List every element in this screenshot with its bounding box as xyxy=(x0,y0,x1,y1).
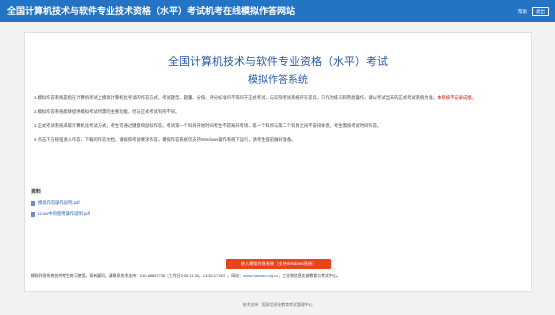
website-link[interactable]: www.ruankao.org.cn xyxy=(243,273,278,278)
page-title: 全国计算机技术与软件专业资格（水平）考试 xyxy=(168,56,388,68)
site-title: 全国计算机技术与软件专业技术资格（水平）考试机考在线模拟作答网站 xyxy=(7,6,296,16)
file-link-linux-guide[interactable]: Linux中的使用操作说明.pdf xyxy=(31,211,90,217)
main-panel: 全国计算机技术与软件专业资格（水平）考试 模拟作答系统 1.模拟作答系统是指在计… xyxy=(24,32,532,292)
instruction-1: 1.模拟作答系统是指在计算机考试上模拟计算机化考试的作答方式，考试题型、题量、分… xyxy=(34,95,476,100)
resources-heading: 资料 xyxy=(31,189,42,195)
instruction-3: 3.正式考试系统采取计算机化考试方式，考生可通过键盘和鼠标作答。考试第一个科目开… xyxy=(34,123,382,128)
header-links: 帮助 退出 xyxy=(518,7,549,16)
page-subtitle: 模拟作答系统 xyxy=(248,75,308,86)
document-icon xyxy=(31,200,35,206)
help-link[interactable]: 帮助 xyxy=(518,9,527,15)
top-bar: 全国计算机技术与软件专业技术资格（水平）考试机考在线模拟作答网站 帮助 退出 xyxy=(0,0,555,22)
instructions: 1.模拟作答系统是指在计算机考试上模拟计算机化考试的作答方式，考试题型、题量、分… xyxy=(34,95,526,151)
footnote: 模拟作答系统仅供考生练习使用。如有疑问，请联系技术支持：010-88657735… xyxy=(31,273,341,278)
file-name: 模拟作答操作说明.pdf xyxy=(38,200,80,205)
instruction-2: 2.模拟作答系统能够提供模拟考试所需的主要功能，但与正式考试有所不同。 xyxy=(34,109,180,114)
logout-button[interactable]: 退出 xyxy=(532,7,549,16)
enter-system-button[interactable]: 进入模拟作答系统（支持Windows系统） xyxy=(226,259,331,269)
instruction-4: 4.点击下方按钮进入作答，下载的作答文档，请按照考试要求作答。模拟作答系统仅支持… xyxy=(34,137,296,142)
file-name: Linux中的使用操作说明.pdf xyxy=(38,211,90,216)
document-icon xyxy=(31,211,35,217)
file-link-operation-guide[interactable]: 模拟作答操作说明.pdf xyxy=(31,200,80,206)
copyright: 技术支持：国家信息化教育考试管理中心 xyxy=(242,302,313,307)
